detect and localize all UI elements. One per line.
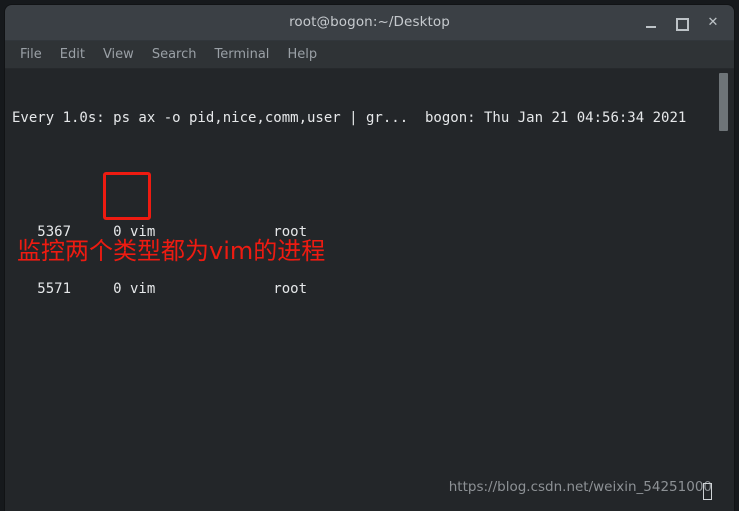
menu-item-terminal[interactable]: Terminal: [205, 41, 278, 68]
close-button[interactable]: ✕: [703, 13, 723, 33]
maximize-button[interactable]: [672, 13, 692, 33]
watermark-url: https://blog.csdn.net/weixin_54251000: [448, 479, 712, 495]
scrollbar-thumb[interactable]: [719, 73, 728, 131]
terminal-cursor: [703, 483, 712, 500]
window-title: root@bogon:~/Desktop: [289, 14, 450, 30]
menu-item-help[interactable]: Help: [278, 41, 326, 68]
minimize-icon: [646, 26, 656, 28]
menu-item-edit[interactable]: Edit: [51, 41, 94, 68]
close-icon: ✕: [707, 15, 719, 30]
menu-item-search[interactable]: Search: [143, 41, 206, 68]
menu-bar: File Edit View Search Terminal Help: [5, 41, 734, 69]
minimize-button[interactable]: [641, 13, 661, 33]
watch-header-line: Every 1.0s: ps ax -o pid,nice,comm,user …: [12, 110, 687, 126]
terminal-content-area[interactable]: Every 1.0s: ps ax -o pid,nice,comm,user …: [5, 69, 734, 511]
scrollbar-track[interactable]: [717, 69, 732, 511]
annotation-note: 监控两个类型都为vim的进程: [17, 237, 326, 265]
terminal-text: Every 1.0s: ps ax -o pid,nice,comm,user …: [12, 71, 716, 337]
title-bar[interactable]: root@bogon:~/Desktop ✕: [5, 5, 734, 41]
menu-item-file[interactable]: File: [11, 41, 51, 68]
maximize-icon: [675, 18, 689, 31]
menu-item-view[interactable]: View: [94, 41, 143, 68]
terminal-window: root@bogon:~/Desktop ✕ File Edit View Se…: [5, 5, 734, 511]
process-row-2: 5571 0 vim root: [12, 281, 308, 297]
